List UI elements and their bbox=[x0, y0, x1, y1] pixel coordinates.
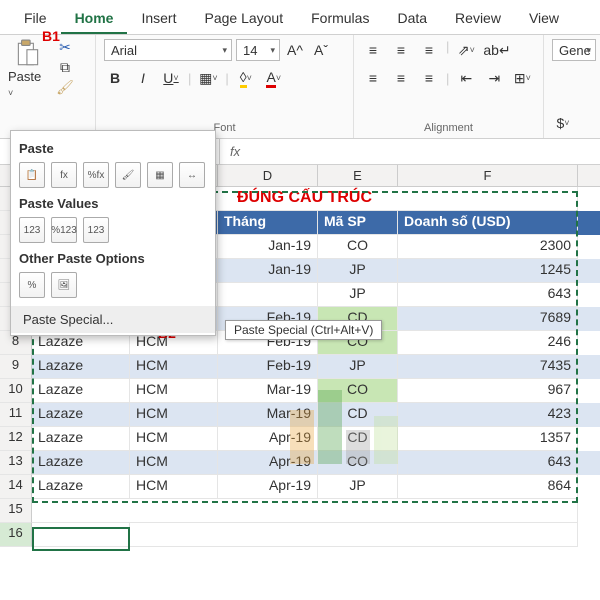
row-header[interactable]: 16 bbox=[0, 523, 32, 547]
tab-insert[interactable]: Insert bbox=[127, 4, 190, 34]
row-header[interactable]: 13 bbox=[0, 451, 32, 475]
paste-special-item[interactable]: Paste Special... bbox=[11, 306, 215, 333]
align-right-icon[interactable]: ≡ bbox=[418, 67, 440, 89]
tab-data[interactable]: Data bbox=[383, 4, 441, 34]
italic-button[interactable]: I bbox=[132, 67, 154, 89]
group-clipboard: Paste ✂ ⧉ 🖌 bbox=[0, 35, 96, 138]
paste-keep-source-icon[interactable]: 🖌 bbox=[115, 162, 141, 188]
table-row[interactable]: 14LazazeHCMApr-19JP864 bbox=[0, 475, 600, 499]
table-row[interactable]: 9LazazeHCMFeb-19JP7435 bbox=[0, 355, 600, 379]
underline-button[interactable]: U bbox=[160, 67, 182, 89]
ribbon: Paste ✂ ⧉ 🖌 Arial 14 A^ Aˇ B I U | ▦ bbox=[0, 35, 600, 139]
paste-no-borders-icon[interactable]: ▦ bbox=[147, 162, 173, 188]
group-number: Gene $ bbox=[544, 35, 594, 138]
align-center-icon[interactable]: ≡ bbox=[390, 67, 412, 89]
group-alignment: ≡ ≡ ≡ | ⇗ ab↵ ≡ ≡ ≡ | ⇤ ⇥ ⊞ Alignment bbox=[354, 35, 544, 138]
fx-icon[interactable]: fx bbox=[220, 144, 250, 159]
paste-formulas-numfmt-icon[interactable]: %fx bbox=[83, 162, 109, 188]
paste-dropdown-menu: Paste 📋 fx %fx 🖌 ▦ ↔ Paste Values 123 %1… bbox=[10, 130, 216, 336]
fill-color-button[interactable]: ◊ bbox=[235, 67, 257, 89]
paste-formatting-icon[interactable]: % bbox=[19, 272, 45, 298]
row-header[interactable]: 9 bbox=[0, 355, 32, 379]
paste-icon bbox=[15, 39, 41, 69]
align-left-icon[interactable]: ≡ bbox=[362, 67, 384, 89]
align-bottom-icon[interactable]: ≡ bbox=[418, 39, 440, 61]
paste-formulas-icon[interactable]: fx bbox=[51, 162, 77, 188]
col-header-f[interactable]: F bbox=[398, 165, 578, 186]
paste-values-icon[interactable]: 123 bbox=[19, 217, 45, 243]
group-font: Arial 14 A^ Aˇ B I U | ▦ | ◊ A Font bbox=[96, 35, 354, 138]
font-name-select[interactable]: Arial bbox=[104, 39, 232, 61]
tab-view[interactable]: View bbox=[515, 4, 573, 34]
format-painter-icon[interactable]: 🖌 bbox=[57, 79, 73, 95]
align-top-icon[interactable]: ≡ bbox=[362, 39, 384, 61]
merge-button[interactable]: ⊞ bbox=[511, 67, 533, 89]
paste-button[interactable]: Paste bbox=[8, 39, 48, 99]
watermark-icon bbox=[290, 390, 398, 464]
orientation-icon[interactable]: ⇗ bbox=[455, 39, 477, 61]
tab-page-layout[interactable]: Page Layout bbox=[190, 4, 297, 34]
group-align-label: Alignment bbox=[362, 122, 535, 134]
paste-menu-h1: Paste bbox=[19, 141, 207, 156]
paste-label: Paste bbox=[8, 69, 48, 99]
wrap-text-icon[interactable]: ab↵ bbox=[483, 39, 510, 61]
tab-review[interactable]: Review bbox=[441, 4, 515, 34]
row-header[interactable]: 12 bbox=[0, 427, 32, 451]
paste-all-icon[interactable]: 📋 bbox=[19, 162, 45, 188]
align-middle-icon[interactable]: ≡ bbox=[390, 39, 412, 61]
copy-icon[interactable]: ⧉ bbox=[57, 59, 73, 75]
row-header[interactable]: 10 bbox=[0, 379, 32, 403]
borders-button[interactable]: ▦ bbox=[197, 67, 219, 89]
increase-indent-icon[interactable]: ⇥ bbox=[483, 67, 505, 89]
col-header-d[interactable]: D bbox=[218, 165, 318, 186]
decrease-indent-icon[interactable]: ⇤ bbox=[455, 67, 477, 89]
paste-values-numfmt-icon[interactable]: %123 bbox=[51, 217, 77, 243]
row-header[interactable]: 11 bbox=[0, 403, 32, 427]
row-header[interactable]: 14 bbox=[0, 475, 32, 499]
tab-formulas[interactable]: Formulas bbox=[297, 4, 383, 34]
bold-button[interactable]: B bbox=[104, 67, 126, 89]
header-e: Mã SP bbox=[318, 211, 398, 235]
paste-special-tooltip: Paste Special (Ctrl+Alt+V) bbox=[225, 320, 382, 340]
header-d: Tháng bbox=[218, 211, 318, 235]
callout-b1: B1 bbox=[42, 28, 60, 44]
header-f: Doanh số (USD) bbox=[398, 211, 578, 235]
paste-keep-width-icon[interactable]: ↔ bbox=[179, 162, 205, 188]
font-color-button[interactable]: A bbox=[263, 67, 285, 89]
paste-menu-h3: Other Paste Options bbox=[19, 251, 207, 266]
decrease-font-icon[interactable]: Aˇ bbox=[310, 39, 332, 61]
tab-home[interactable]: Home bbox=[61, 4, 128, 34]
ribbon-tabs: File Home Insert Page Layout Formulas Da… bbox=[0, 0, 600, 35]
row-header[interactable]: 15 bbox=[0, 499, 32, 523]
paste-link-icon[interactable]: 🖼 bbox=[51, 272, 77, 298]
number-format-select[interactable]: Gene bbox=[552, 39, 596, 61]
increase-font-icon[interactable]: A^ bbox=[284, 39, 306, 61]
paste-menu-h2: Paste Values bbox=[19, 196, 207, 211]
paste-values-source-icon[interactable]: 123 bbox=[83, 217, 109, 243]
col-header-e[interactable]: E bbox=[318, 165, 398, 186]
font-size-select[interactable]: 14 bbox=[236, 39, 280, 61]
currency-icon[interactable]: $ bbox=[552, 112, 574, 134]
